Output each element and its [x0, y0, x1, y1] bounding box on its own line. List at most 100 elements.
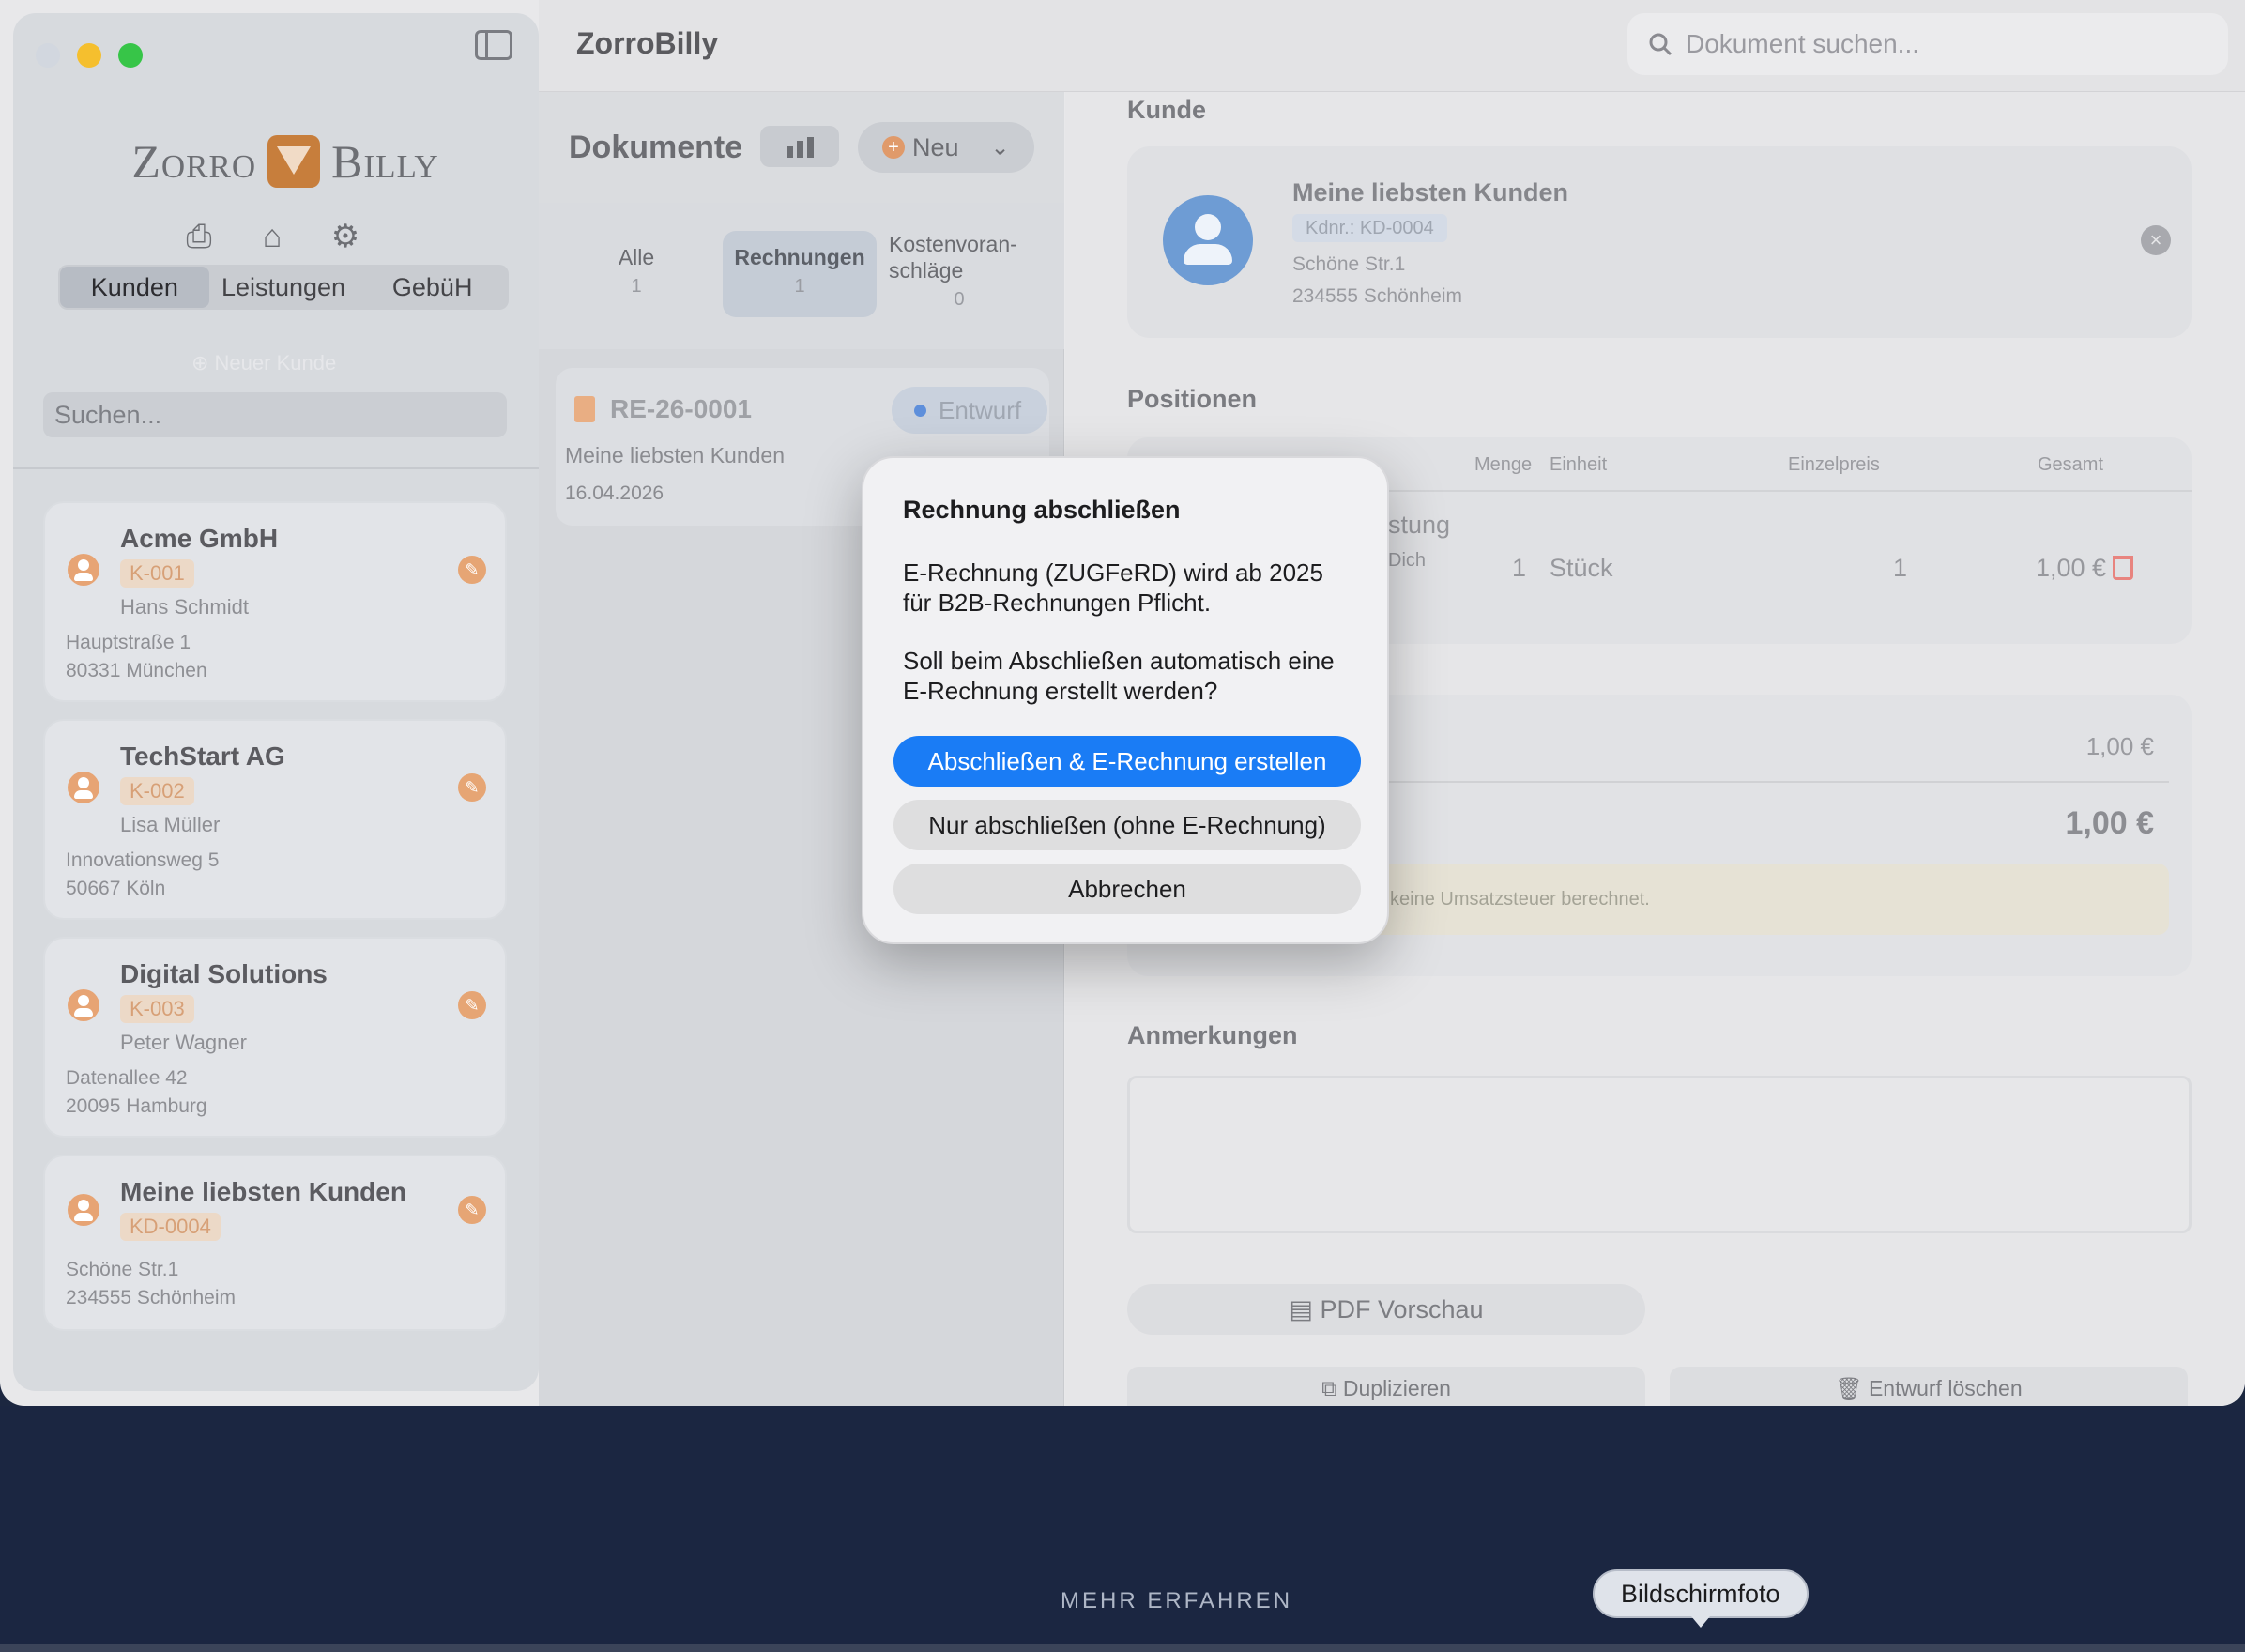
delete-draft-button[interactable]: 🗑 Entwurf löschen — [1670, 1367, 2188, 1406]
filter-count: 0 — [954, 289, 965, 310]
tab-kunden[interactable]: Kunden — [60, 267, 209, 308]
dock-edge — [0, 1644, 2245, 1652]
customer-id-badge: K-002 — [120, 777, 194, 805]
filter-count: 1 — [794, 276, 805, 297]
minimize-window-button[interactable] — [77, 43, 101, 68]
customer-city: 80331 München — [66, 660, 207, 681]
zoom-window-button[interactable] — [118, 43, 143, 68]
edit-pencil-icon[interactable]: ✎ — [458, 1196, 486, 1224]
customer-city: 234555 Schönheim — [66, 1287, 236, 1308]
learn-more-link[interactable]: MEHR ERFAHREN — [1061, 1588, 1292, 1614]
close-window-button[interactable] — [36, 43, 60, 68]
subtotal-value: 1,00 € — [2085, 732, 2154, 760]
customer-card[interactable]: Acme GmbH K-001 Hans Schmidt Hauptstraße… — [43, 501, 507, 702]
customer-name: Acme GmbH — [120, 524, 279, 553]
customer-city: 50667 Köln — [66, 878, 166, 899]
status-badge: Entwurf — [892, 387, 1047, 434]
section-kunde: Kunde — [1127, 96, 1206, 124]
new-customer-button[interactable]: ⊕ Neuer Kunde — [191, 351, 336, 375]
document-filter-tabs: Alle 1 Rechnungen 1 Kostenvoran-schläge … — [539, 203, 1064, 349]
position-price[interactable]: 1 — [1893, 554, 1907, 583]
gear-icon[interactable]: ⚙ — [328, 220, 362, 253]
position-unit[interactable]: Stück — [1550, 554, 1613, 583]
document-date: 16.04.2026 — [565, 482, 664, 504]
dialog-message-1: E-Rechnung (ZUGFeRD) wird ab 2025 für B2… — [903, 558, 1323, 617]
logo-word-right: Billy — [331, 135, 439, 188]
pdf-preview-label: PDF Vorschau — [1320, 1295, 1484, 1323]
store-icon[interactable]: ⌂ — [255, 220, 289, 253]
document-settings-icon[interactable]: ⎙ — [182, 220, 216, 253]
plus-icon: ⊕ — [191, 351, 215, 375]
filter-count: 1 — [631, 276, 642, 297]
copy-icon: ⧉ — [1321, 1376, 1343, 1400]
customer-card[interactable]: TechStart AG K-002 Lisa Müller Innovatio… — [43, 719, 507, 920]
finalize-with-einvoice-button[interactable]: Abschließen & E-Rechnung erstellen — [893, 736, 1361, 787]
document-customer: Meine liebsten Kunden — [565, 443, 785, 467]
column-gesamt: Gesamt — [2038, 454, 2104, 475]
tab-leistungen[interactable]: Leistungen — [209, 267, 359, 308]
filter-alle[interactable]: Alle 1 — [559, 231, 713, 317]
search-placeholder: Dokument suchen... — [1686, 29, 1920, 58]
desktop-background — [0, 1406, 2245, 1652]
customer-id-badge: KD-0004 — [120, 1213, 221, 1241]
filter-label: Alle — [618, 245, 655, 269]
person-icon — [68, 554, 99, 586]
chart-icon[interactable] — [760, 126, 839, 167]
documents-title: Dokumente — [569, 130, 743, 165]
position-total: 1,00 € — [2036, 554, 2107, 582]
documents-header: Dokumente + Neu ⌄ — [539, 92, 1064, 203]
pdf-preview-button[interactable]: ▤ PDF Vorschau — [1127, 1284, 1645, 1335]
document-icon — [574, 396, 595, 422]
customer-city: 20095 Hamburg — [66, 1095, 207, 1117]
sidebar-toggle-icon[interactable] — [475, 30, 512, 60]
column-einzelpreis: Einzelpreis — [1788, 454, 1880, 475]
dialog-title: Rechnung abschließen — [903, 496, 1181, 524]
delete-position-icon[interactable] — [2113, 556, 2133, 580]
plus-icon: + — [882, 136, 905, 159]
customer-id-badge: K-003 — [120, 995, 194, 1023]
customer-id-badge: K-001 — [120, 559, 194, 588]
new-document-label: Neu — [912, 132, 959, 161]
edit-pencil-icon[interactable]: ✎ — [458, 991, 486, 1019]
app-logo: Zorro Billy — [98, 124, 473, 199]
customer-number-badge: Kdnr.: KD-0004 — [1292, 214, 1447, 242]
edit-pencil-icon[interactable]: ✎ — [458, 556, 486, 584]
screenshot-tooltip: Bildschirmfoto — [1593, 1569, 1809, 1628]
edit-pencil-icon[interactable]: ✎ — [458, 773, 486, 802]
filter-kostenvoranschlaege[interactable]: Kostenvoran-schläge 0 — [882, 231, 1036, 317]
position-name: stung — [1388, 511, 1451, 539]
finalize-invoice-dialog: Rechnung abschließen E-Rechnung (ZUGFeRD… — [862, 456, 1389, 944]
fox-logo-icon — [267, 135, 321, 188]
finalize-only-button[interactable]: Nur abschließen (ohne E-Rechnung) — [893, 800, 1361, 850]
position-quantity[interactable]: 1 — [1512, 554, 1526, 583]
customer-name: Digital Solutions — [120, 959, 328, 988]
remove-customer-icon[interactable]: × — [2141, 225, 2171, 255]
sidebar-segment-control: Kunden Leistungen GebüH — [58, 265, 509, 310]
customer-search-input[interactable]: Suchen... — [43, 392, 507, 437]
document-search-input[interactable]: Dokument suchen... — [1627, 13, 2228, 75]
duplicate-button[interactable]: ⧉ Duplizieren — [1127, 1367, 1645, 1406]
notes-textarea[interactable] — [1127, 1076, 2192, 1233]
customer-contact: Lisa Müller — [120, 813, 221, 836]
cancel-button[interactable]: Abbrechen — [893, 864, 1361, 914]
toolbar: ZorroBilly Dokument suchen... — [539, 0, 2245, 92]
new-customer-label: Neuer Kunde — [214, 351, 337, 375]
customer-name: Meine liebsten Kunden — [120, 1177, 406, 1206]
customer-contact: Peter Wagner — [120, 1031, 247, 1054]
customer-card[interactable]: Digital Solutions K-003 Peter Wagner Dat… — [43, 937, 507, 1138]
chevron-down-icon[interactable]: ⌄ — [991, 134, 1010, 161]
filter-label: Rechnungen — [734, 245, 865, 269]
person-icon — [1163, 195, 1253, 285]
person-icon — [68, 772, 99, 803]
document-number: RE-26-0001 — [610, 394, 752, 423]
customer-card[interactable]: Meine liebsten Kunden KD-0004 Schöne Str… — [43, 1155, 507, 1331]
delete-draft-label: Entwurf löschen — [1868, 1376, 2023, 1400]
search-icon — [1649, 33, 1672, 56]
customer-name: Meine liebsten Kunden — [1292, 178, 1569, 206]
new-document-button[interactable]: + Neu ⌄ — [858, 122, 1034, 173]
filter-label: Kostenvoran-schläge — [889, 232, 1017, 283]
filter-rechnungen[interactable]: Rechnungen 1 — [723, 231, 877, 317]
tab-gebuehr[interactable]: GebüH — [358, 267, 507, 308]
customer-box: Meine liebsten Kunden Kdnr.: KD-0004 Sch… — [1127, 146, 2192, 338]
pdf-icon: ▤ — [1289, 1295, 1321, 1323]
